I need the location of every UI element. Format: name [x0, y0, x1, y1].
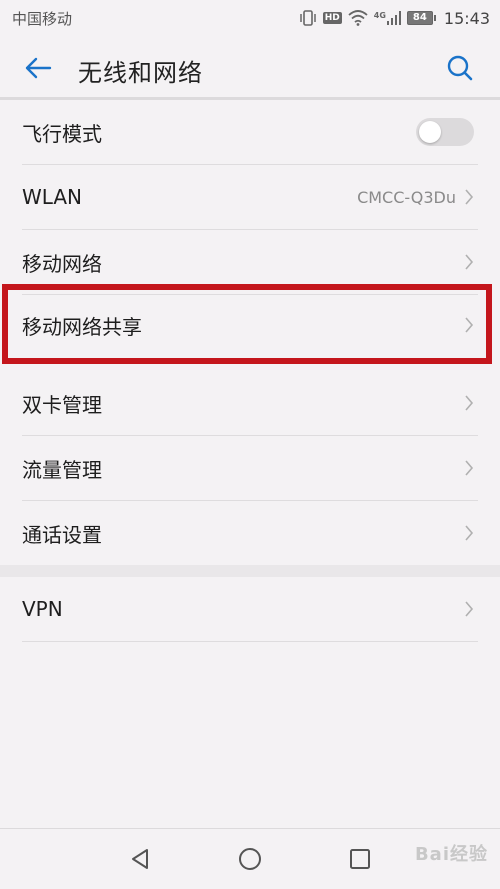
settings-row-call-settings[interactable]: 通话设置 [0, 501, 500, 565]
row-label: VPN [22, 597, 63, 621]
row-divider [22, 641, 478, 642]
search-button[interactable] [444, 52, 476, 84]
network-type: 4G [373, 11, 386, 20]
settings-row-airplane-mode[interactable]: 飞行模式 [0, 100, 500, 164]
settings-row-dual-sim[interactable]: 双卡管理 [0, 371, 500, 435]
nav-back-icon [132, 849, 148, 869]
carrier-name: 中国移动 [12, 9, 73, 28]
vibrate-icon [299, 10, 317, 26]
back-arrow-icon [25, 57, 52, 79]
status-bar: 中国移动 HD 4G 84 15:43 [0, 0, 500, 36]
group-separator [0, 565, 500, 577]
back-button[interactable] [22, 52, 54, 84]
chevron-right-icon [462, 393, 476, 413]
chevron-right-icon [462, 458, 476, 478]
status-icons: HD 4G 84 15:43 [299, 9, 490, 28]
watermark: Bai经验 [414, 844, 488, 865]
chevron-right-icon [462, 315, 476, 335]
nav-home-button[interactable] [236, 845, 264, 873]
chevron-right-icon [462, 252, 476, 272]
airplane-mode-toggle[interactable] [416, 118, 474, 146]
chevron-right-icon [462, 523, 476, 543]
nav-home-icon [239, 848, 261, 870]
search-icon [447, 55, 473, 81]
battery-level: 84 [406, 11, 433, 25]
status-time: 15:43 [443, 8, 490, 28]
nav-recents-icon [350, 849, 370, 869]
wifi-icon [348, 10, 368, 26]
row-label: 移动网络共享 [22, 314, 142, 339]
hd-icon: HD [322, 12, 342, 24]
wlan-network-value: CMCC-Q3Du [357, 187, 456, 207]
settings-row-data-usage[interactable]: 流量管理 [0, 436, 500, 500]
row-label: 移动网络 [22, 251, 102, 276]
settings-row-tethering[interactable]: 移动网络共享 [0, 293, 500, 357]
row-label: 流量管理 [22, 457, 102, 482]
row-label: 飞行模式 [22, 121, 102, 146]
page-title: 无线和网络 [78, 59, 203, 87]
row-label: 通话设置 [22, 522, 102, 547]
battery-icon: 84 [406, 11, 436, 25]
row-label: 双卡管理 [22, 392, 102, 417]
row-label: WLAN [22, 185, 83, 209]
settings-row-mobile-network[interactable]: 移动网络 [0, 230, 500, 294]
app-bar: 无线和网络 [0, 36, 500, 98]
signal-icon: 4G [374, 11, 401, 25]
settings-row-wlan[interactable]: WLAN CMCC-Q3Du [0, 165, 500, 229]
chevron-right-icon [462, 599, 476, 619]
nav-recents-button[interactable] [346, 845, 374, 873]
settings-row-vpn[interactable]: VPN [0, 577, 500, 641]
nav-back-button[interactable] [126, 845, 154, 873]
chevron-right-icon [462, 187, 476, 207]
toggle-knob [419, 121, 441, 143]
